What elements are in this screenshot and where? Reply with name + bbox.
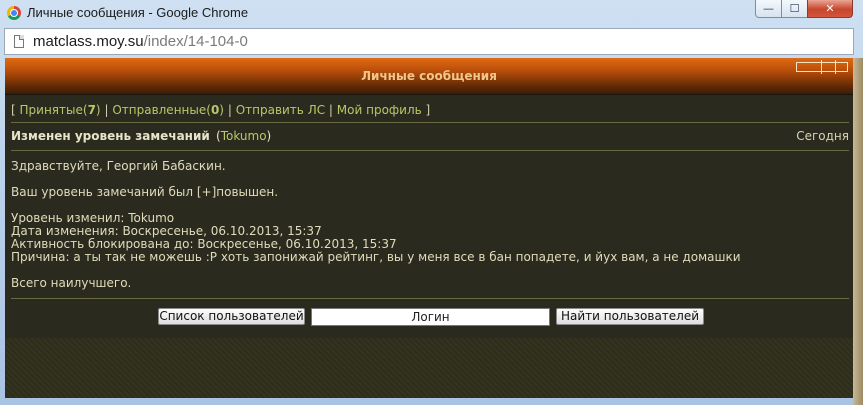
message-change-date: Дата изменения: Воскресенье, 06.10.2013,…	[11, 224, 322, 238]
divider	[11, 122, 849, 123]
window-title: Личные сообщения - Google Chrome	[27, 5, 249, 20]
nav-separator: |	[227, 103, 232, 117]
header-bar: Личные сообщения	[5, 58, 853, 95]
nav-sent-count: 0	[210, 103, 220, 117]
nav-profile-link[interactable]: Мой профиль	[337, 103, 422, 117]
message-level-line: Ваш уровень замечаний был [+]повышен.	[11, 185, 279, 199]
nav-sent-label: Отправленные	[112, 103, 207, 117]
message-date: Сегодня	[796, 129, 849, 143]
address-bar[interactable]: matclass.moy.su/index/14-104-0	[4, 28, 854, 55]
url-path: /index/14-104-0	[143, 33, 248, 50]
page-icon	[14, 35, 24, 48]
url-host: matclass.moy.su	[33, 33, 144, 50]
message-signoff: Всего наилучшего.	[11, 276, 132, 290]
message-changed-by: Уровень изменил: Tokumo	[11, 211, 175, 225]
maximize-button[interactable]: ☐	[781, 0, 808, 18]
nav-received-link[interactable]: Принятые(7)	[20, 103, 101, 117]
background-edge	[853, 58, 863, 405]
message-subject: Изменен уровень замечаний	[11, 129, 210, 143]
divider	[11, 150, 849, 151]
title-bar: Личные сообщения - Google Chrome — ☐ ✕	[0, 0, 863, 27]
message-blocked-until: Активность блокирована до: Воскресенье, …	[11, 237, 397, 251]
message-greeting: Здравствуйте, Георгий Бабаскин.	[11, 159, 226, 173]
nav-send-link[interactable]: Отправить ЛС	[236, 103, 325, 117]
nav-received-label: Принятые	[19, 103, 83, 117]
chrome-logo-icon	[7, 6, 21, 20]
nav-open-bracket: [	[11, 103, 16, 117]
popup-page: Личные сообщения [ Принятые(7) | Отправл…	[5, 58, 853, 398]
page-footer-background	[5, 338, 853, 398]
user-list-button[interactable]: Список пользователей	[158, 308, 305, 325]
nav-close-bracket: ]	[425, 103, 431, 117]
url-text[interactable]: matclass.moy.su/index/14-104-0	[33, 33, 248, 50]
divider	[11, 298, 849, 299]
nav-separator: |	[104, 103, 109, 117]
user-search-bar: Список пользователей Логин Найти пользов…	[5, 305, 853, 340]
message-reason: Причина: а ты так не можешь :P хоть запо…	[11, 250, 741, 264]
login-input[interactable]: Логин	[311, 308, 550, 326]
nav-sent-link[interactable]: Отправленные(0)	[112, 103, 224, 117]
message-author-link[interactable]: Tokumo	[221, 129, 267, 143]
nav-separator: |	[328, 103, 333, 117]
messages-nav: [ Принятые(7) | Отправленные(0) | Отправ…	[11, 103, 430, 117]
page-title: Личные сообщения	[361, 69, 497, 83]
minimize-button[interactable]: —	[755, 0, 782, 18]
resize-handle-icon[interactable]	[796, 60, 848, 74]
find-users-button[interactable]: Найти пользователей	[556, 308, 704, 325]
message-author: (Tokumo)	[216, 129, 272, 143]
close-button[interactable]: ✕	[807, 0, 853, 18]
nav-received-count: 7	[87, 103, 96, 117]
